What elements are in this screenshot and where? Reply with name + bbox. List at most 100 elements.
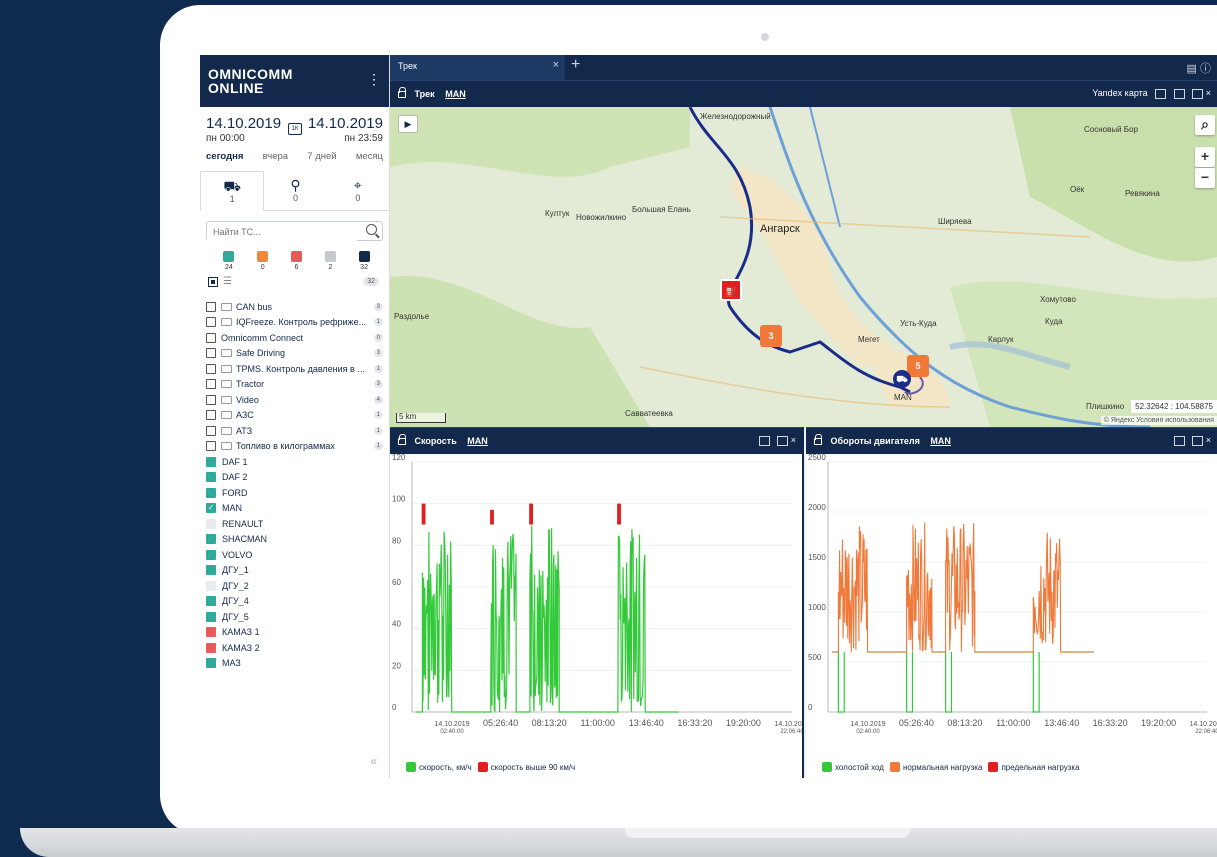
vehicle-status-swatch[interactable]	[206, 642, 216, 653]
vehicle-item[interactable]: FORD	[200, 485, 389, 501]
help-icons[interactable]: ▤ ⓘ	[1187, 60, 1211, 76]
group-item[interactable]: TPMS. Контроль давления в ... 1	[200, 361, 389, 377]
quick-7days[interactable]: 7 дней	[307, 151, 336, 169]
checkbox[interactable]	[206, 301, 216, 312]
vehicle-status-swatch[interactable]	[206, 487, 216, 498]
legend-item[interactable]: скорость выше 90 км/ч	[474, 762, 575, 772]
status-filter-item[interactable]: 0	[255, 251, 271, 275]
group-item[interactable]: Топливо в килограммах 1	[200, 439, 389, 455]
layout-icon[interactable]	[758, 435, 770, 446]
lock-icon[interactable]	[398, 87, 406, 98]
vehicle-status-swatch[interactable]	[206, 534, 216, 545]
rpm-chart[interactable]: 0500100015002000250014.10.201902:40:0005…	[806, 454, 1217, 744]
quick-yesterday[interactable]: вчера	[263, 151, 288, 169]
vehicle-item[interactable]: ДГУ_1	[200, 563, 389, 579]
tab-geozones[interactable]: ⌖ 0	[327, 171, 389, 210]
map-search-icon[interactable]: ⌕	[1195, 115, 1215, 135]
tab-track[interactable]: Трек ×	[390, 55, 565, 80]
stop-marker-3[interactable]: 3	[760, 325, 782, 347]
checkbox[interactable]	[206, 394, 216, 405]
vehicle-status-swatch[interactable]	[206, 456, 216, 467]
legend-item[interactable]: холостой ход	[818, 762, 884, 772]
vehicle-item[interactable]: SHACMAN	[200, 532, 389, 548]
vehicle-status-swatch[interactable]	[206, 472, 216, 483]
vehicle-item[interactable]: DAF 2	[200, 470, 389, 486]
close-panel-icon[interactable]: ×	[1206, 88, 1211, 98]
search-icon[interactable]	[366, 224, 377, 235]
vehicle-item[interactable]: DAF 1	[200, 454, 389, 470]
status-filter-item[interactable]: 24	[221, 251, 237, 275]
map-panel-object[interactable]: MAN	[445, 89, 466, 99]
vehicle-item[interactable]: VOLVO	[200, 547, 389, 563]
group-item[interactable]: АЗС 1	[200, 408, 389, 424]
legend-item[interactable]: предельная нагрузка	[984, 762, 1080, 772]
tab-vehicles[interactable]: ⛟ 1	[200, 171, 265, 211]
quick-today[interactable]: сегодня	[206, 151, 243, 169]
vehicle-status-swatch[interactable]	[206, 565, 216, 576]
vehicle-status-swatch[interactable]	[206, 658, 216, 669]
menu-icon[interactable]: ⋮	[367, 71, 381, 88]
group-item[interactable]: CAN bus 3	[200, 299, 389, 315]
checkbox[interactable]	[206, 348, 216, 359]
lock-icon[interactable]	[814, 434, 822, 445]
play-track-button[interactable]: ▶	[398, 115, 418, 133]
status-filter-item[interactable]: 6	[288, 251, 304, 275]
checkbox[interactable]	[206, 317, 216, 328]
speed-panel-object[interactable]: MAN	[467, 436, 488, 446]
zoom-out-button[interactable]: −	[1195, 168, 1215, 188]
checkbox[interactable]	[206, 332, 216, 343]
vehicle-status-swatch[interactable]	[206, 580, 216, 591]
close-panel-icon[interactable]: ×	[1206, 435, 1211, 445]
legend-item[interactable]: нормальная нагрузка	[886, 762, 982, 772]
vehicle-status-swatch[interactable]: ✓	[206, 503, 216, 514]
tile-view-icon[interactable]	[208, 277, 218, 287]
close-panel-icon[interactable]: ×	[791, 435, 796, 445]
group-item[interactable]: АТЗ 1	[200, 423, 389, 439]
collapse-sidebar-icon[interactable]: «	[370, 754, 377, 768]
vehicle-status-swatch[interactable]	[206, 518, 216, 529]
list-view-icon[interactable]: ☰	[223, 276, 232, 287]
track-map[interactable]: Железнодорожный Сосновый Бор Култук Новожил…	[390, 107, 1217, 427]
vehicle-item[interactable]: ДГУ_2	[200, 578, 389, 594]
map-copyright[interactable]: © Яндекс Условия использования	[1100, 416, 1217, 425]
split-h-icon[interactable]	[1173, 88, 1185, 99]
vehicle-item[interactable]: ✓ MAN	[200, 501, 389, 517]
stop-marker-5[interactable]: 5	[907, 355, 929, 377]
vehicle-item[interactable]: ДГУ_4	[200, 594, 389, 610]
vehicle-item[interactable]: RENAULT	[200, 516, 389, 532]
rpm-panel-object[interactable]: MAN	[930, 436, 951, 446]
split-v-icon[interactable]	[1192, 88, 1204, 99]
lock-icon[interactable]	[398, 434, 406, 445]
checkbox[interactable]	[206, 363, 216, 374]
vehicle-status-swatch[interactable]	[206, 611, 216, 622]
vehicle-item[interactable]: ДГУ_5	[200, 609, 389, 625]
split-h-icon[interactable]	[777, 435, 789, 446]
checkbox[interactable]	[206, 410, 216, 421]
group-item[interactable]: Omnicomm Connect 0	[200, 330, 389, 346]
date-to[interactable]: 14.10.2019 пн 23:59	[308, 115, 383, 144]
zoom-in-button[interactable]: +	[1195, 147, 1215, 167]
group-item[interactable]: Tractor 3	[200, 377, 389, 393]
search-input[interactable]	[207, 223, 357, 241]
quick-month[interactable]: месяц	[356, 151, 383, 169]
vehicle-status-swatch[interactable]	[206, 627, 216, 638]
vehicle-item[interactable]: КАМАЗ 2	[200, 640, 389, 656]
vehicle-status-swatch[interactable]	[206, 596, 216, 607]
speed-chart[interactable]: 02040608010012014.10.201902:40:0005:26:4…	[390, 454, 802, 744]
checkbox[interactable]	[206, 441, 216, 452]
group-item[interactable]: Video 4	[200, 392, 389, 408]
vehicle-item[interactable]: МАЗ	[200, 656, 389, 672]
close-tab-icon[interactable]: ×	[553, 59, 559, 71]
calendar-icon[interactable]: 1К	[288, 123, 302, 135]
add-tab-icon[interactable]: +	[571, 56, 580, 74]
checkbox[interactable]	[206, 425, 216, 436]
vehicle-item[interactable]: КАМАЗ 1	[200, 625, 389, 641]
vehicle-status-swatch[interactable]	[206, 549, 216, 560]
fuel-event-marker[interactable]: ⛽	[720, 279, 742, 301]
split-h-icon[interactable]	[1192, 435, 1204, 446]
layout-icon[interactable]	[1155, 88, 1167, 99]
status-filter-item[interactable]: 32	[356, 251, 372, 275]
tab-drivers[interactable]: ⚲ 0	[264, 171, 326, 210]
group-item[interactable]: Safe Driving 3	[200, 346, 389, 362]
checkbox[interactable]	[206, 379, 216, 390]
